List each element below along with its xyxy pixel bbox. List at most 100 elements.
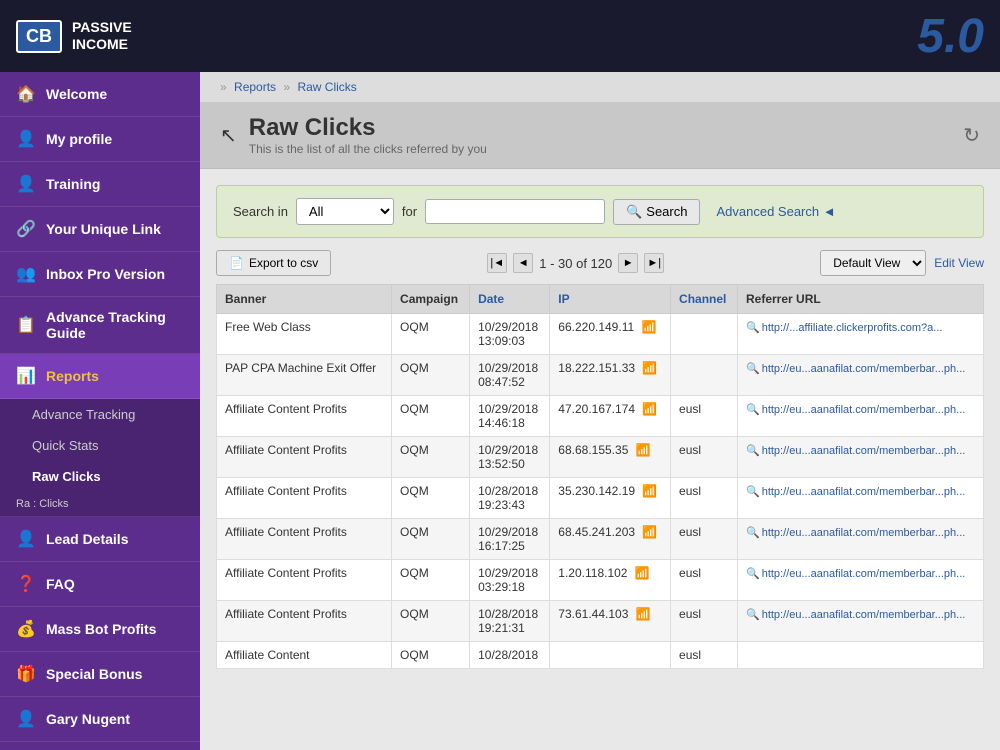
sidebar-item-quick-stats[interactable]: Quick Stats (0, 430, 200, 461)
sidebar-item-advance-tracking-guide[interactable]: 📋 Advance Tracking Guide (0, 297, 200, 354)
cell-channel (671, 314, 738, 355)
version-number: 5.0 (917, 9, 984, 64)
cell-channel (671, 355, 738, 396)
cell-date: 10/28/2018 (470, 642, 550, 669)
cell-campaign: OQM (392, 560, 470, 601)
cell-campaign: OQM (392, 601, 470, 642)
breadcrumb-reports[interactable]: Reports (234, 80, 276, 94)
sidebar-item-mass-bot-profits[interactable]: 💰 Mass Bot Profits (0, 607, 200, 652)
cell-referrer: 🔍http://eu...aanafilat.com/memberbar...p… (738, 355, 984, 396)
cell-channel: eusl (671, 396, 738, 437)
table-row: Affiliate Content Profits OQM 10/28/2018… (217, 601, 984, 642)
search-input[interactable] (425, 199, 605, 224)
advanced-search-link[interactable]: Advanced Search ◄ (716, 204, 835, 219)
inbox-icon: 👥 (16, 264, 36, 284)
breadcrumb-separator: » (220, 80, 227, 94)
cell-banner: Affiliate Content Profits (217, 478, 392, 519)
cell-ip: 18.222.151.33 📶 (550, 355, 671, 396)
col-ip-link[interactable]: IP (558, 292, 569, 306)
table-row: Affiliate Content Profits OQM 10/28/2018… (217, 478, 984, 519)
magnify-icon: 🔍 (746, 363, 760, 375)
sidebar-item-faq[interactable]: ❓ FAQ (0, 562, 200, 607)
url-text[interactable]: http://eu...aanafilat.com/memberbar...ph… (762, 486, 966, 498)
lead-icon: 👤 (16, 529, 36, 549)
content-area: Search in All Banner Campaign IP Channel… (200, 169, 1000, 685)
cell-banner: Affiliate Content Profits (217, 437, 392, 478)
person-icon: 👤 (16, 709, 36, 729)
breadcrumb-raw-clicks[interactable]: Raw Clicks (297, 80, 356, 94)
sidebar-item-gary-nugent[interactable]: 👤 Gary Nugent (0, 697, 200, 742)
first-page-button[interactable]: |◄ (487, 253, 507, 273)
sidebar-item-inbox-pro[interactable]: 👥 Inbox Pro Version (0, 252, 200, 297)
col-date-link[interactable]: Date (478, 292, 504, 306)
cell-banner: Affiliate Content (217, 642, 392, 669)
url-text[interactable]: http://eu...aanafilat.com/memberbar...ph… (762, 445, 966, 457)
cell-campaign: OQM (392, 437, 470, 478)
for-label: for (402, 204, 417, 219)
cell-channel: eusl (671, 478, 738, 519)
sidebar-item-logout[interactable]: 🚪 Logout (0, 742, 200, 750)
refresh-button[interactable]: ↻ (963, 123, 980, 148)
data-table: Banner Campaign Date IP Channel Referrer… (216, 284, 984, 669)
home-icon: 🏠 (16, 84, 36, 104)
col-channel: Channel (671, 285, 738, 314)
logo-text: PASSIVE INCOME (72, 19, 132, 53)
view-select[interactable]: Default View (820, 250, 926, 276)
cell-date: 10/29/2018 16:17:25 (470, 519, 550, 560)
url-text[interactable]: http://eu...aanafilat.com/memberbar...ph… (762, 609, 966, 621)
sidebar-item-advance-tracking[interactable]: Advance Tracking (0, 399, 200, 430)
sidebar-item-label: Inbox Pro Version (46, 266, 165, 282)
last-page-button[interactable]: ►| (644, 253, 664, 273)
cell-referrer: 🔍http://eu...aanafilat.com/memberbar...p… (738, 601, 984, 642)
bonus-icon: 🎁 (16, 664, 36, 684)
sidebar-item-unique-link[interactable]: 🔗 Your Unique Link (0, 207, 200, 252)
reports-submenu: Advance Tracking Quick Stats Raw Clicks (0, 399, 200, 492)
magnify-icon: 🔍 (746, 527, 760, 539)
wifi-icon: 📶 (642, 525, 657, 539)
export-icon: 📄 (229, 256, 244, 270)
edit-view-link[interactable]: Edit View (934, 256, 984, 270)
sidebar-item-special-bonus[interactable]: 🎁 Special Bonus (0, 652, 200, 697)
url-text[interactable]: http://eu...aanafilat.com/memberbar...ph… (762, 568, 966, 580)
url-text[interactable]: http://eu...aanafilat.com/memberbar...ph… (762, 404, 966, 416)
search-in-select[interactable]: All Banner Campaign IP Channel (296, 198, 394, 225)
magnify-icon: 🔍 (746, 445, 760, 457)
sidebar-item-my-profile[interactable]: 👤 My profile (0, 117, 200, 162)
sidebar-item-raw-clicks[interactable]: Raw Clicks (0, 461, 200, 492)
wifi-icon: 📶 (635, 566, 650, 580)
sidebar-item-welcome[interactable]: 🏠 Welcome (0, 72, 200, 117)
sidebar-item-label: Mass Bot Profits (46, 621, 156, 637)
prev-page-button[interactable]: ◄ (513, 253, 533, 273)
search-button-label: Search (646, 204, 687, 219)
money-icon: 💰 (16, 619, 36, 639)
col-date: Date (470, 285, 550, 314)
table-body: Free Web Class OQM 10/29/2018 13:09:03 6… (217, 314, 984, 669)
wifi-icon: 📶 (641, 320, 656, 334)
sidebar-item-training[interactable]: 👤 Training (0, 162, 200, 207)
main-content: » Reports » Raw Clicks ↖ Raw Clicks This… (200, 72, 1000, 750)
url-text[interactable]: http://eu...aanafilat.com/memberbar...ph… (762, 527, 966, 539)
url-text[interactable]: http://...affiliate.clickerprofits.com?a… (762, 322, 943, 334)
search-icon: 🔍 (626, 204, 642, 220)
sidebar-item-label: Advance Tracking Guide (46, 309, 184, 341)
url-text[interactable]: http://eu...aanafilat.com/memberbar...ph… (762, 363, 966, 375)
cell-ip: 66.220.149.11 📶 (550, 314, 671, 355)
cell-channel: eusl (671, 519, 738, 560)
search-button[interactable]: 🔍 Search (613, 199, 700, 225)
table-row: Affiliate Content Profits OQM 10/29/2018… (217, 519, 984, 560)
export-button[interactable]: 📄 Export to csv (216, 250, 331, 276)
col-channel-link[interactable]: Channel (679, 292, 726, 306)
col-referrer: Referrer URL (738, 285, 984, 314)
next-page-button[interactable]: ► (618, 253, 638, 273)
link-icon: 🔗 (16, 219, 36, 239)
cell-campaign: OQM (392, 642, 470, 669)
cell-referrer: 🔍http://eu...aanafilat.com/memberbar...p… (738, 519, 984, 560)
cell-ip: 73.61.44.103 📶 (550, 601, 671, 642)
sidebar-item-label: Training (46, 176, 100, 192)
search-bar: Search in All Banner Campaign IP Channel… (216, 185, 984, 238)
cell-banner: Free Web Class (217, 314, 392, 355)
sidebar-item-lead-details[interactable]: 👤 Lead Details (0, 517, 200, 562)
tracking-icon: 📋 (16, 315, 36, 335)
sidebar-item-reports[interactable]: 📊 Reports (0, 354, 200, 399)
magnify-icon: 🔍 (746, 609, 760, 621)
